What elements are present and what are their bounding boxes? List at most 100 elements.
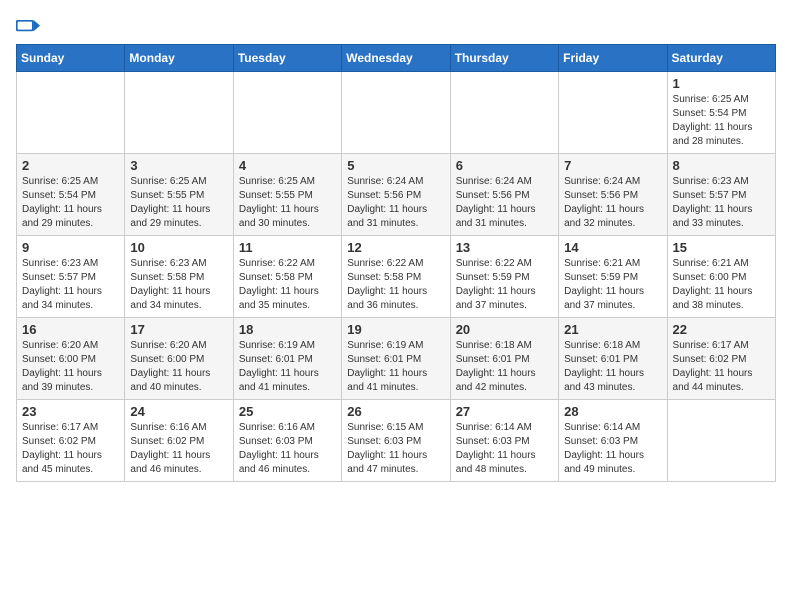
day-number: 14 [564, 240, 661, 255]
day-number: 18 [239, 322, 336, 337]
calendar-cell: 5 Sunrise: 6:24 AM Sunset: 5:56 PM Daylig… [342, 154, 450, 236]
day-number: 11 [239, 240, 336, 255]
day-number: 6 [456, 158, 553, 173]
logo [16, 16, 44, 36]
day-number: 2 [22, 158, 119, 173]
day-info: Sunrise: 6:25 AM Sunset: 5:55 PM Dayligh… [239, 175, 336, 231]
day-number: 28 [564, 404, 661, 419]
day-info: Sunrise: 6:23 AM Sunset: 5:58 PM Dayligh… [130, 257, 227, 313]
weekday-header-tuesday: Tuesday [233, 45, 341, 72]
day-number: 22 [673, 322, 770, 337]
calendar-cell: 8 Sunrise: 6:23 AM Sunset: 5:57 PM Daylig… [667, 154, 775, 236]
calendar-cell [233, 72, 341, 154]
day-number: 27 [456, 404, 553, 419]
day-info: Sunrise: 6:20 AM Sunset: 6:00 PM Dayligh… [22, 339, 119, 395]
calendar-cell: 14 Sunrise: 6:21 AM Sunset: 5:59 PM Dayli… [559, 236, 667, 318]
calendar-cell: 7Sunrise: 6:24 AM Sunset: 5:56 PM Daylig… [559, 154, 667, 236]
day-info: Sunrise: 6:19 AM Sunset: 6:01 PM Dayligh… [239, 339, 336, 395]
calendar-cell: 1 Sunrise: 6:25 AM Sunset: 5:54 PM Daylig… [667, 72, 775, 154]
calendar-cell [450, 72, 558, 154]
day-number: 13 [456, 240, 553, 255]
day-number: 8 [673, 158, 770, 173]
day-number: 17 [130, 322, 227, 337]
calendar-week-5: 23 Sunrise: 6:17 AM Sunset: 6:02 PM Dayli… [17, 400, 776, 482]
day-info: Sunrise: 6:25 AM Sunset: 5:54 PM Dayligh… [22, 175, 119, 231]
calendar-header-row: SundayMondayTuesdayWednesdayThursdayFrid… [17, 45, 776, 72]
weekday-header-monday: Monday [125, 45, 233, 72]
calendar-cell: 22 Sunrise: 6:17 AM Sunset: 6:02 PM Dayli… [667, 318, 775, 400]
page-header [16, 16, 776, 36]
day-info: Sunrise: 6:21 AM Sunset: 5:59 PM Dayligh… [564, 257, 661, 313]
calendar-week-4: 16 Sunrise: 6:20 AM Sunset: 6:00 PM Dayli… [17, 318, 776, 400]
calendar-cell: 19 Sunrise: 6:19 AM Sunset: 6:01 PM Dayli… [342, 318, 450, 400]
day-info: Sunrise: 6:18 AM Sunset: 6:01 PM Dayligh… [564, 339, 661, 395]
calendar-cell [125, 72, 233, 154]
calendar-cell [559, 72, 667, 154]
calendar-cell: 10 Sunrise: 6:23 AM Sunset: 5:58 PM Dayli… [125, 236, 233, 318]
day-number: 19 [347, 322, 444, 337]
calendar-cell [342, 72, 450, 154]
day-number: 25 [239, 404, 336, 419]
day-info: Sunrise: 6:23 AM Sunset: 5:57 PM Dayligh… [22, 257, 119, 313]
day-number: 21 [564, 322, 661, 337]
day-info: Sunrise: 6:14 AM Sunset: 6:03 PM Dayligh… [456, 421, 553, 477]
day-info: Sunrise: 6:19 AM Sunset: 6:01 PM Dayligh… [347, 339, 444, 395]
calendar-cell: 27 Sunrise: 6:14 AM Sunset: 6:03 PM Dayli… [450, 400, 558, 482]
day-info: Sunrise: 6:22 AM Sunset: 5:58 PM Dayligh… [347, 257, 444, 313]
day-number: 12 [347, 240, 444, 255]
weekday-header-thursday: Thursday [450, 45, 558, 72]
calendar-cell: 13Sunrise: 6:22 AM Sunset: 5:59 PM Dayli… [450, 236, 558, 318]
day-number: 23 [22, 404, 119, 419]
day-number: 10 [130, 240, 227, 255]
logo-icon [16, 16, 40, 36]
day-info: Sunrise: 6:15 AM Sunset: 6:03 PM Dayligh… [347, 421, 444, 477]
calendar-week-1: 1 Sunrise: 6:25 AM Sunset: 5:54 PM Daylig… [17, 72, 776, 154]
day-info: Sunrise: 6:25 AM Sunset: 5:54 PM Dayligh… [673, 93, 770, 149]
day-number: 7 [564, 158, 661, 173]
calendar-cell: 3 Sunrise: 6:25 AM Sunset: 5:55 PM Daylig… [125, 154, 233, 236]
day-number: 3 [130, 158, 227, 173]
day-info: Sunrise: 6:14 AM Sunset: 6:03 PM Dayligh… [564, 421, 661, 477]
calendar-cell: 23 Sunrise: 6:17 AM Sunset: 6:02 PM Dayli… [17, 400, 125, 482]
calendar-table: SundayMondayTuesdayWednesdayThursdayFrid… [16, 44, 776, 482]
day-info: Sunrise: 6:23 AM Sunset: 5:57 PM Dayligh… [673, 175, 770, 231]
calendar-cell: 6Sunrise: 6:24 AM Sunset: 5:56 PM Daylig… [450, 154, 558, 236]
calendar-cell: 25 Sunrise: 6:16 AM Sunset: 6:03 PM Dayli… [233, 400, 341, 482]
calendar-cell: 15 Sunrise: 6:21 AM Sunset: 6:00 PM Dayli… [667, 236, 775, 318]
day-number: 20 [456, 322, 553, 337]
day-info: Sunrise: 6:17 AM Sunset: 6:02 PM Dayligh… [673, 339, 770, 395]
calendar-cell: 9 Sunrise: 6:23 AM Sunset: 5:57 PM Daylig… [17, 236, 125, 318]
calendar-cell: 4 Sunrise: 6:25 AM Sunset: 5:55 PM Daylig… [233, 154, 341, 236]
calendar-cell: 21 Sunrise: 6:18 AM Sunset: 6:01 PM Dayli… [559, 318, 667, 400]
day-info: Sunrise: 6:16 AM Sunset: 6:02 PM Dayligh… [130, 421, 227, 477]
weekday-header-sunday: Sunday [17, 45, 125, 72]
weekday-header-friday: Friday [559, 45, 667, 72]
day-number: 5 [347, 158, 444, 173]
weekday-header-saturday: Saturday [667, 45, 775, 72]
day-number: 16 [22, 322, 119, 337]
calendar-cell: 11 Sunrise: 6:22 AM Sunset: 5:58 PM Dayli… [233, 236, 341, 318]
day-number: 9 [22, 240, 119, 255]
day-number: 26 [347, 404, 444, 419]
day-info: Sunrise: 6:25 AM Sunset: 5:55 PM Dayligh… [130, 175, 227, 231]
calendar-cell: 12 Sunrise: 6:22 AM Sunset: 5:58 PM Dayli… [342, 236, 450, 318]
day-info: Sunrise: 6:22 AM Sunset: 5:58 PM Dayligh… [239, 257, 336, 313]
day-info: Sunrise: 6:21 AM Sunset: 6:00 PM Dayligh… [673, 257, 770, 313]
calendar-cell: 26 Sunrise: 6:15 AM Sunset: 6:03 PM Dayli… [342, 400, 450, 482]
day-info: Sunrise: 6:17 AM Sunset: 6:02 PM Dayligh… [22, 421, 119, 477]
calendar-week-2: 2 Sunrise: 6:25 AM Sunset: 5:54 PM Daylig… [17, 154, 776, 236]
day-info: Sunrise: 6:24 AM Sunset: 5:56 PM Dayligh… [347, 175, 444, 231]
calendar-cell [667, 400, 775, 482]
calendar-cell: 17 Sunrise: 6:20 AM Sunset: 6:00 PM Dayli… [125, 318, 233, 400]
weekday-header-wednesday: Wednesday [342, 45, 450, 72]
calendar-cell [17, 72, 125, 154]
day-number: 15 [673, 240, 770, 255]
day-number: 24 [130, 404, 227, 419]
day-info: Sunrise: 6:20 AM Sunset: 6:00 PM Dayligh… [130, 339, 227, 395]
day-number: 4 [239, 158, 336, 173]
calendar-cell: 2 Sunrise: 6:25 AM Sunset: 5:54 PM Daylig… [17, 154, 125, 236]
day-number: 1 [673, 76, 770, 91]
day-info: Sunrise: 6:16 AM Sunset: 6:03 PM Dayligh… [239, 421, 336, 477]
calendar-cell: 18 Sunrise: 6:19 AM Sunset: 6:01 PM Dayli… [233, 318, 341, 400]
day-info: Sunrise: 6:18 AM Sunset: 6:01 PM Dayligh… [456, 339, 553, 395]
